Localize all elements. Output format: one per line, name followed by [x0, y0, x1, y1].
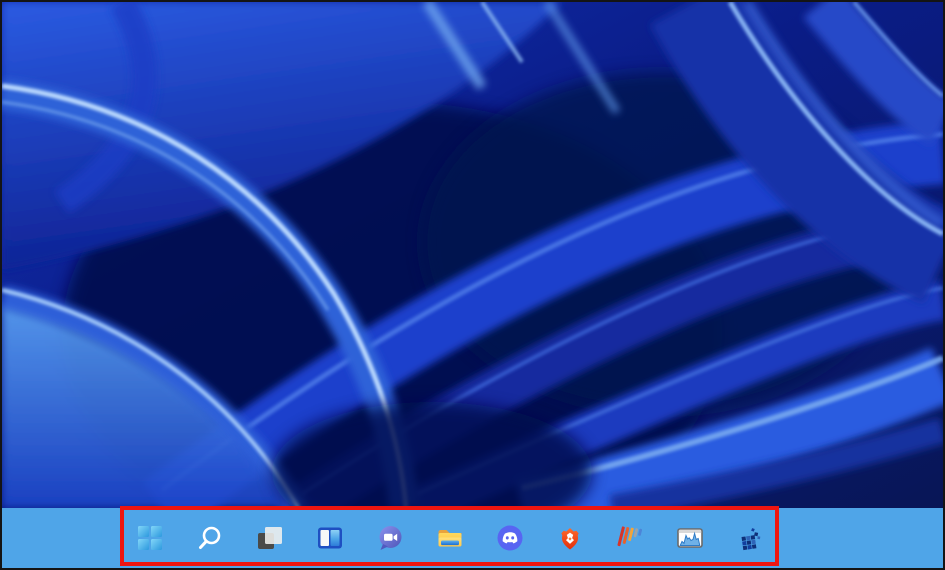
task-view-button[interactable]: [252, 516, 288, 560]
brave-button[interactable]: [552, 516, 588, 560]
color-strokes-icon: [616, 524, 644, 552]
file-explorer-icon: [436, 524, 464, 552]
widgets-button[interactable]: [312, 516, 348, 560]
bloom-wallpaper-art: [2, 2, 943, 508]
discord-icon: [496, 524, 524, 552]
task-manager-button[interactable]: [672, 516, 708, 560]
chat-button[interactable]: [372, 516, 408, 560]
voxel-app-button[interactable]: [732, 516, 768, 560]
windows-start-icon: [136, 524, 164, 552]
discord-button[interactable]: [492, 516, 528, 560]
file-explorer-button[interactable]: [432, 516, 468, 560]
taskbar-icon-row: [132, 508, 768, 568]
start-button[interactable]: [132, 516, 168, 560]
search-button[interactable]: [192, 516, 228, 560]
windows11-desktop: [0, 0, 945, 570]
taskbar: [2, 508, 943, 568]
task-view-icon: [256, 524, 284, 552]
pinned-app-button[interactable]: [612, 516, 648, 560]
performance-graph-icon: [676, 524, 704, 552]
widgets-icon: [316, 524, 344, 552]
search-icon: [196, 524, 224, 552]
voxel-cube-icon: [736, 524, 764, 552]
desktop-wallpaper: [2, 2, 943, 508]
brave-lion-icon: [556, 524, 584, 552]
chat-video-icon: [376, 524, 404, 552]
